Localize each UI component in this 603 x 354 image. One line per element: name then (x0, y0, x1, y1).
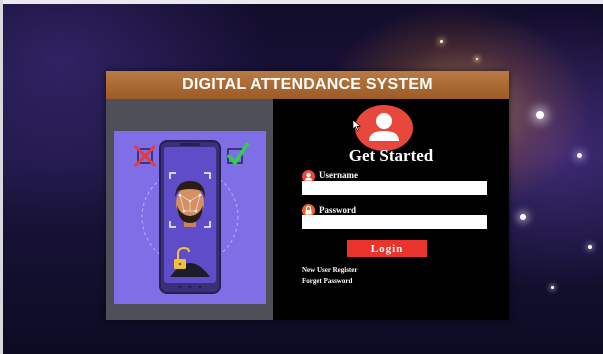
approved-check-icon (226, 142, 250, 166)
face-scan-icon (133, 140, 250, 294)
mouse-cursor-icon (353, 120, 361, 131)
background-sparkle (476, 58, 478, 60)
app-title: DIGITAL ATTENDANCE SYSTEM (182, 76, 433, 93)
screen-left-border (0, 0, 3, 354)
illustration-panel (106, 99, 273, 320)
username-label: Username (319, 170, 358, 180)
background-sparkle (440, 40, 443, 43)
login-panel: Get Started Username Password Login New … (273, 99, 509, 320)
user-avatar-icon (355, 105, 413, 151)
new-user-register-link[interactable]: New User Register (302, 266, 357, 274)
background-sparkle (520, 214, 526, 220)
password-label: Password (319, 205, 357, 215)
face-recognition-illustration (114, 131, 266, 304)
background-sparkle (588, 245, 592, 249)
username-input[interactable] (302, 181, 487, 195)
background-sparkle (551, 286, 554, 289)
app-title-bar: DIGITAL ATTENDANCE SYSTEM (106, 71, 509, 99)
background-sparkle (577, 153, 582, 158)
login-button[interactable]: Login (347, 240, 427, 257)
login-heading: Get Started (348, 146, 434, 165)
login-window: DIGITAL ATTENDANCE SYSTEM Get Started Us… (106, 71, 509, 320)
background-sparkle (536, 111, 544, 119)
password-input[interactable] (302, 215, 487, 229)
rejected-cross-icon (133, 144, 157, 168)
screen-top-border (0, 0, 603, 4)
forget-password-link[interactable]: Forget Password (302, 277, 352, 285)
